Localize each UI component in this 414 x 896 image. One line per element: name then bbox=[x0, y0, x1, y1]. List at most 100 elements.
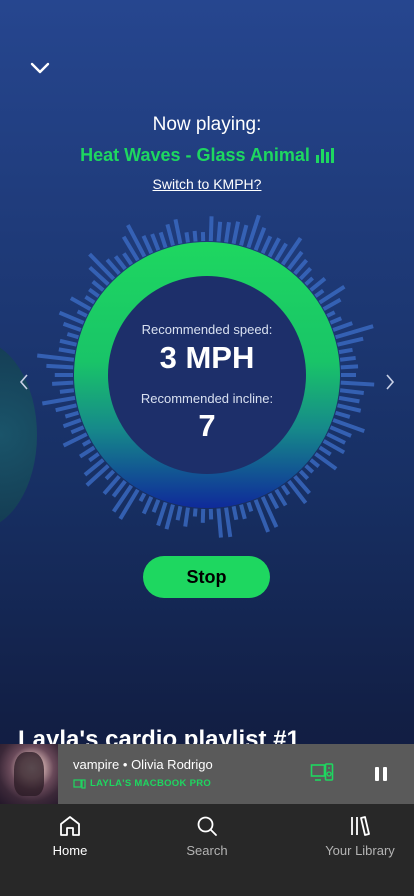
visualizer-bar bbox=[280, 237, 303, 266]
nav-library-label: Your Library bbox=[325, 843, 395, 858]
visualizer-bar bbox=[326, 432, 346, 445]
visualizer-bar bbox=[231, 221, 241, 245]
visualizer-bar bbox=[122, 252, 134, 266]
visualizer-bar bbox=[224, 507, 233, 538]
visualizer-bar bbox=[62, 321, 82, 332]
visualizer-bar bbox=[280, 484, 291, 496]
visualizer-bar bbox=[141, 496, 154, 515]
visualizer-bar bbox=[338, 347, 353, 355]
visualizer-bar bbox=[246, 501, 254, 512]
speed-value: 3 MPH bbox=[159, 340, 255, 375]
visualizer-bar bbox=[41, 395, 76, 406]
visualizer-bar bbox=[150, 233, 161, 251]
visualizer-bar bbox=[156, 501, 168, 527]
laptop-speaker-icon bbox=[73, 778, 86, 789]
chevron-left-icon bbox=[19, 374, 28, 390]
visualizer-bar bbox=[66, 332, 79, 340]
visualizer-bar bbox=[322, 297, 342, 311]
visualizer-bar bbox=[91, 280, 105, 292]
device-name: LAYLA'S MACBOOK PRO bbox=[90, 778, 212, 789]
visualizer-bar bbox=[216, 508, 223, 538]
visualizer-bar bbox=[335, 410, 351, 419]
next-button[interactable] bbox=[380, 370, 400, 394]
visualizer-bar bbox=[36, 353, 75, 362]
visualizer-bar bbox=[55, 403, 77, 413]
nav-search[interactable]: Search bbox=[157, 814, 257, 858]
chevron-right-icon bbox=[386, 374, 395, 390]
track-title: Heat Waves - Glass Animal bbox=[80, 145, 310, 165]
artist-name: Olivia Rodrigo bbox=[131, 757, 213, 772]
visualizer-bar bbox=[165, 223, 175, 246]
visualizer-bar bbox=[88, 252, 116, 281]
now-playing-screen: Now playing: Heat Waves - Glass Animal S… bbox=[0, 0, 414, 896]
nav-library[interactable]: Your Library bbox=[310, 814, 410, 858]
incline-value: 7 bbox=[198, 408, 216, 443]
bottom-navigation: Home Search Your Library bbox=[0, 804, 414, 896]
visualizer-bar bbox=[298, 469, 310, 480]
visualizer-bar bbox=[314, 288, 325, 298]
visualizer-bar bbox=[267, 237, 281, 258]
visualizer-bar bbox=[231, 505, 239, 521]
visualizer-bar bbox=[239, 224, 249, 246]
previous-button[interactable] bbox=[14, 370, 34, 394]
visualizer-bar bbox=[318, 445, 332, 457]
visualizer-bar bbox=[192, 508, 198, 517]
nav-home-label: Home bbox=[52, 843, 88, 858]
collapse-button[interactable] bbox=[26, 56, 54, 80]
audio-visualizer-ring bbox=[36, 214, 375, 538]
visualizer-bar bbox=[326, 310, 336, 318]
now-playing-label: Now playing: bbox=[152, 114, 262, 135]
visualizer-bar bbox=[192, 230, 198, 242]
visualizer-bar bbox=[141, 235, 154, 254]
visualizer-bar bbox=[88, 452, 100, 463]
visualizer-bar bbox=[274, 242, 288, 262]
visualizer-bar bbox=[81, 439, 92, 447]
equalizer-icon bbox=[315, 148, 334, 163]
visualizer-bar bbox=[64, 410, 79, 419]
nav-home[interactable]: Home bbox=[20, 814, 120, 858]
visualizer-bar bbox=[164, 504, 175, 530]
visualizer-bar bbox=[339, 388, 364, 395]
visualizer-bar bbox=[173, 218, 183, 245]
visualizer-bar bbox=[340, 380, 375, 387]
pause-button[interactable] bbox=[370, 763, 392, 785]
visualizer-bar bbox=[337, 336, 364, 347]
visualizer-bar bbox=[216, 221, 223, 242]
connect-devices-icon bbox=[310, 763, 334, 781]
stop-button[interactable]: Stop bbox=[143, 556, 270, 598]
visualizer-bar bbox=[184, 232, 190, 243]
pause-icon bbox=[375, 767, 379, 781]
visualizer-bar bbox=[183, 507, 190, 527]
separator: • bbox=[122, 757, 128, 772]
visualizer-bar bbox=[338, 395, 360, 404]
current-track: Heat Waves - Glass Animal bbox=[0, 145, 414, 166]
connect-devices-button[interactable] bbox=[310, 762, 334, 784]
visualizer-bar bbox=[59, 388, 75, 394]
visualizer-bar bbox=[59, 338, 77, 347]
search-icon bbox=[197, 816, 217, 836]
visualizer-bar bbox=[332, 321, 353, 332]
visualizer-bar bbox=[78, 445, 96, 459]
visualizer-bar bbox=[339, 355, 356, 362]
visualizer-bar bbox=[298, 267, 313, 281]
visualizer-bar bbox=[46, 363, 74, 370]
visualizer-bar bbox=[260, 235, 273, 254]
visualizer-bar bbox=[52, 380, 74, 386]
speed-label: Recommended speed: bbox=[141, 322, 273, 337]
visualizer-bar bbox=[76, 309, 88, 318]
device-indicator: LAYLA'S MACBOOK PRO bbox=[73, 778, 211, 789]
switch-units-link[interactable]: Switch to KMPH? bbox=[0, 176, 414, 192]
visualizer-bar bbox=[309, 458, 321, 468]
mini-player[interactable]: vampire • Olivia Rodrigo LAYLA'S MACBOOK… bbox=[0, 744, 414, 804]
chevron-down-icon bbox=[30, 62, 50, 74]
visualizer-bar bbox=[304, 276, 314, 286]
library-icon bbox=[351, 816, 370, 836]
visualizer-bar bbox=[239, 504, 247, 520]
visualizer-bar bbox=[138, 492, 147, 503]
visualizer-bar bbox=[340, 364, 359, 370]
visualizer-bar bbox=[267, 492, 280, 510]
visualizer-bar bbox=[151, 499, 161, 513]
home-icon bbox=[60, 816, 80, 836]
visualizer-bar bbox=[329, 425, 352, 438]
visualizer-bar bbox=[337, 403, 362, 413]
